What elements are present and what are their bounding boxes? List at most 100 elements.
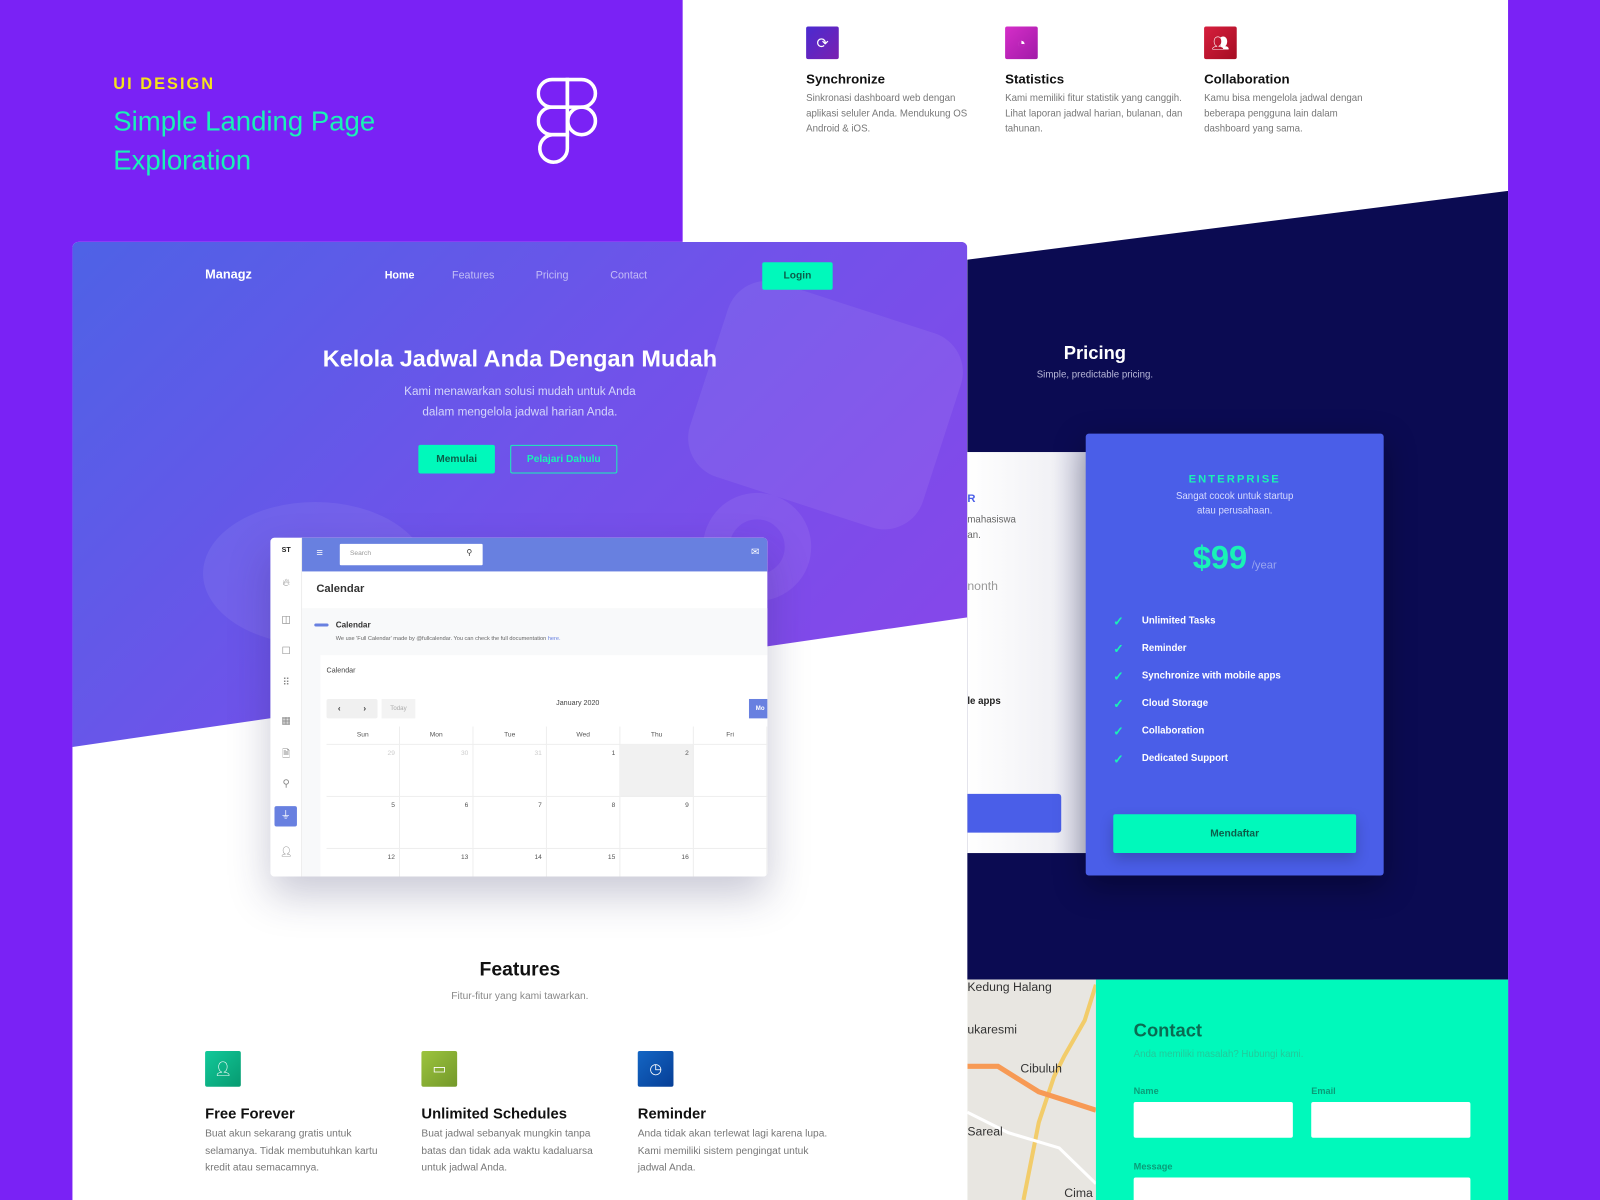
feature-title: Collaboration [1204, 71, 1290, 87]
calendar-day[interactable] [693, 744, 768, 797]
calendar-week: 29 30 31 1 2 [326, 744, 768, 797]
plan-button[interactable] [967, 793, 1062, 833]
plan-name: ENTERPRISE [1188, 473, 1281, 486]
features-title: Features [479, 959, 561, 981]
pricing-title: Pricing [1063, 342, 1127, 364]
calendar-day[interactable]: 30 [399, 744, 474, 797]
email-input[interactable] [1311, 1102, 1471, 1138]
plan-price-row: $99 /year [1086, 539, 1384, 577]
plug-icon[interactable]: ⏚ [274, 806, 297, 827]
calendar-month: January 2020 [556, 699, 600, 708]
fire-icon[interactable]: 🔥︎ [270, 578, 302, 589]
prev-button[interactable]: ‹ [338, 704, 341, 713]
map-label: Cibuluh [1020, 1061, 1062, 1076]
calendar-week: 12 13 14 15 16 [327, 848, 768, 877]
login-button[interactable]: Login [762, 262, 833, 290]
message-input[interactable] [1133, 1177, 1471, 1200]
docs-link[interactable]: here. [548, 636, 561, 642]
section-desc: We use 'Full Calendar' made by @fullcale… [336, 636, 561, 642]
plan-desc: Sangat cocok untuk startup [1175, 490, 1294, 503]
calendar-day[interactable]: 9 [620, 796, 694, 849]
grid-icon[interactable]: ⠿ [270, 678, 302, 689]
feature-statistics: ◔ Statistics Kami memiliki fitur statist… [1005, 26, 1189, 137]
map[interactable]: Kedung Halang ukaresmi Cibuluh Sareal Ci… [967, 979, 1096, 1200]
section-marker [314, 623, 329, 627]
dashboard-sidebar: ST 🔥︎ ◫ ☐ ⠿ ▦ 🗎︎ ⚲ ⏚ 👤︎ [270, 537, 303, 877]
calendar-day-today[interactable]: 2 [620, 744, 694, 797]
calendar-week: 5 6 7 8 9 [326, 796, 768, 849]
calendar-icon: ▭ [421, 1051, 458, 1087]
section-title: Calendar [335, 620, 371, 630]
user-plus-icon: 👤︎ [205, 1051, 241, 1087]
month-view-button[interactable]: Mo [748, 698, 768, 719]
name-label: Name [1133, 1085, 1159, 1096]
day-header: Fri [693, 726, 768, 745]
decor-shape [677, 270, 968, 540]
file-icon[interactable]: 🗎︎ [270, 747, 302, 764]
feature-label: Collaboration [1141, 725, 1205, 737]
search-input[interactable]: Search ⚲ [339, 543, 483, 566]
calendar-day[interactable]: 12 [327, 848, 400, 877]
feature-title: Unlimited Schedules [421, 1106, 567, 1123]
feature-title: Free Forever [205, 1106, 295, 1123]
features-subtitle: Fitur-fitur yang kami tawarkan. [451, 990, 589, 1003]
calendar-day[interactable]: 14 [473, 848, 547, 877]
mail-icon[interactable]: ✉ [751, 547, 760, 558]
nav-pricing[interactable]: Pricing [536, 269, 569, 281]
plan-feature-list: ✓ Unlimited Tasks ✓ Reminder ✓ Synchronize … [1113, 607, 1383, 772]
mendaftar-button[interactable]: Mendaftar [1113, 814, 1357, 854]
apps-icon[interactable]: ▦ [270, 715, 302, 726]
plan-period: /year [1251, 559, 1277, 572]
check-icon: ✓ [1113, 723, 1124, 739]
plan-feature: ✓ Collaboration [1113, 717, 1383, 745]
calendar-day[interactable]: 16 [620, 848, 694, 877]
calendar-day[interactable]: 5 [326, 796, 400, 849]
plan-feature: ✓ Reminder [1113, 635, 1383, 663]
canvas: UI DESIGN Simple Landing Page Exploratio… [0, 0, 1600, 1200]
calendar-day[interactable]: 13 [400, 848, 474, 877]
calendar-day[interactable]: 29 [326, 744, 400, 797]
calendar-day[interactable]: 8 [546, 796, 621, 849]
pricing-card-enterprise: ENTERPRISE Sangat cocok untuk startup at… [1085, 433, 1384, 876]
calendar-day[interactable]: 6 [399, 796, 474, 849]
square-icon[interactable]: ☐ [270, 646, 302, 657]
feature-desc: Anda tidak akan terlewat lagi karena lup… [637, 1128, 828, 1174]
plan-feature: ✓ Cloud Storage [1113, 690, 1383, 718]
feature-desc: Kamu bisa mengelola jadwal dengan bebera… [1204, 92, 1363, 135]
calendar-day[interactable]: 15 [547, 848, 621, 877]
memulai-button[interactable]: Memulai [418, 444, 495, 474]
brand-logo[interactable]: Managz [205, 267, 252, 281]
bg-strip [1508, 0, 1600, 1200]
plan-price: $99 [1192, 538, 1248, 576]
day-header: Tue [473, 726, 547, 745]
day-header: Sun [326, 726, 400, 745]
menu-icon[interactable]: ≡ [316, 547, 323, 559]
calendar-day[interactable]: 7 [473, 796, 547, 849]
nav-home[interactable]: Home [385, 269, 415, 281]
calendar-day[interactable]: 31 [473, 744, 547, 797]
next-button[interactable]: › [363, 704, 366, 713]
nav-features[interactable]: Features [452, 269, 494, 281]
columns-icon[interactable]: ◫ [270, 614, 302, 625]
hero-subtitle: Kami menawarkan solusi mudah untuk Anda [404, 385, 636, 398]
feature-unlimited-schedules: ▭ Unlimited Schedules Buat jadwal sebany… [421, 1051, 615, 1177]
day-header: Mon [399, 726, 474, 745]
check-icon: ✓ [1113, 641, 1124, 656]
sync-icon: ⟳ [806, 26, 839, 60]
calendar-day[interactable] [694, 848, 768, 877]
pelajari-button[interactable]: Pelajari Dahulu [510, 444, 618, 474]
section-desc-text: We use 'Full Calendar' made by @fullcale… [335, 635, 547, 642]
name-input[interactable] [1133, 1102, 1293, 1138]
location-icon[interactable]: ⚲ [270, 779, 302, 790]
feature-label: Dedicated Support [1141, 753, 1229, 765]
nav-contact[interactable]: Contact [610, 269, 647, 281]
cover-headline: Simple Landing Page Exploration [113, 106, 376, 176]
map-label: Sareal [967, 1124, 1003, 1139]
calendar-day[interactable]: 1 [546, 744, 621, 797]
feature-desc: Sinkronasi dashboard web dengan aplikasi… [806, 92, 968, 135]
today-button[interactable]: Today [381, 698, 416, 719]
calendar-day[interactable] [693, 796, 768, 849]
user-icon[interactable]: 👤︎ [270, 847, 302, 858]
feature-title: Reminder [637, 1106, 707, 1123]
search-icon[interactable]: ⚲ [466, 548, 472, 557]
